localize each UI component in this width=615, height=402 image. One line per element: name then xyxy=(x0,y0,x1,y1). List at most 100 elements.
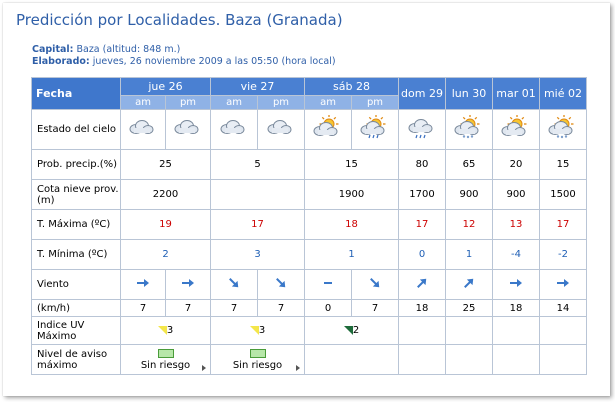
wind-cell xyxy=(257,269,305,300)
cota-value: 1500 xyxy=(539,179,587,210)
wind-cell xyxy=(210,269,258,300)
sky-cell xyxy=(492,109,540,150)
uv-value: 3 xyxy=(258,325,266,336)
wind-speed: 7 xyxy=(257,299,305,317)
empty-cell xyxy=(398,344,446,375)
table-row: Cota nieve prov.(m) 2200 1900 1700 900 9… xyxy=(31,179,587,210)
sun-cloud-icon xyxy=(501,114,531,144)
aviso-value: Sin riesgo xyxy=(232,359,283,371)
empty-cell xyxy=(445,316,493,345)
sky-cell xyxy=(445,109,493,150)
table-row: (km/h) 7 7 7 7 0 7 18 25 18 14 xyxy=(31,299,587,317)
day-header-2: sáb 28 xyxy=(304,77,399,96)
row-label-estado: Estado del cielo xyxy=(31,109,121,150)
wind-cell xyxy=(120,269,166,300)
uv-cell: 3 xyxy=(210,316,305,345)
table-row: Estado del cielo xyxy=(31,109,587,150)
wind-speed: 14 xyxy=(539,299,587,317)
wind-calm-icon xyxy=(321,276,335,293)
uv-cell: 2 xyxy=(304,316,399,345)
tmin-value: 0 xyxy=(398,239,446,270)
cloudy-icon xyxy=(266,115,296,144)
tmax-value: 18 xyxy=(304,209,399,240)
tmin-value: -2 xyxy=(539,239,587,270)
tmin-value: -4 xyxy=(492,239,540,270)
prob-value: 80 xyxy=(398,149,446,180)
day-header-5: mar 01 xyxy=(492,77,540,110)
wind-cell xyxy=(445,269,493,300)
pm-label: pm xyxy=(351,95,399,110)
sky-cell xyxy=(165,109,211,150)
am-label: am xyxy=(304,95,352,110)
row-label-cota: Cota nieve prov.(m) xyxy=(31,179,121,210)
wind-cell xyxy=(539,269,587,300)
wind-speed: 18 xyxy=(492,299,540,317)
empty-cell xyxy=(492,316,540,345)
prob-value: 20 xyxy=(492,149,540,180)
cota-value: 1900 xyxy=(304,179,399,210)
row-label-aviso: Nivel de aviso máximo xyxy=(31,344,121,375)
expand-arrow-icon[interactable] xyxy=(296,365,300,371)
wind-arrow-icon xyxy=(367,275,383,294)
sky-cell xyxy=(120,109,166,150)
cota-value xyxy=(210,179,305,210)
wind-cell xyxy=(351,269,399,300)
wind-speed: 25 xyxy=(445,299,493,317)
row-label-tmin: T. Mínima (ºC) xyxy=(31,239,121,270)
aviso-value: Sin riesgo xyxy=(140,359,191,371)
capital-line: Capital: Baza (altitud: 848 m.) xyxy=(32,44,180,55)
wind-arrow-icon xyxy=(226,275,242,294)
am-label: am xyxy=(210,95,258,110)
empty-cell xyxy=(398,316,446,345)
prob-value: 65 xyxy=(445,149,493,180)
cota-value: 900 xyxy=(492,179,540,210)
sun-cloud-snow-icon xyxy=(454,114,484,144)
table-row: Indice UV Máximo 3 3 2 xyxy=(31,316,587,345)
cota-value: 900 xyxy=(445,179,493,210)
aviso-cell[interactable]: Sin riesgo xyxy=(210,344,305,375)
fecha-header: Fecha xyxy=(31,77,121,110)
sky-cell xyxy=(398,109,446,150)
tmin-value: 2 xyxy=(120,239,211,270)
page-title: Predicción por Localidades. Baza (Granad… xyxy=(16,11,343,29)
tmax-value: 13 xyxy=(492,209,540,240)
cloudy-icon xyxy=(219,115,249,144)
empty-cell xyxy=(539,316,587,345)
tmin-value: 1 xyxy=(304,239,399,270)
wind-speed: 7 xyxy=(120,299,166,317)
tmin-value: 3 xyxy=(210,239,305,270)
tmax-value: 17 xyxy=(398,209,446,240)
day-header-4: lun 30 xyxy=(445,77,493,110)
sun-cloud-rain-icon xyxy=(360,114,390,144)
prob-value: 15 xyxy=(304,149,399,180)
wind-cell xyxy=(165,269,211,300)
wind-cell xyxy=(492,269,540,300)
prob-value: 15 xyxy=(539,149,587,180)
wind-speed: 18 xyxy=(398,299,446,317)
wind-cell xyxy=(398,269,446,300)
day-header-0: jue 26 xyxy=(120,77,211,96)
risk-swatch-icon xyxy=(249,348,266,358)
sun-cloud-icon xyxy=(313,114,343,144)
empty-cell xyxy=(445,344,493,375)
capital-label: Capital: xyxy=(32,44,74,55)
cota-value: 1700 xyxy=(398,179,446,210)
forecast-table: Fecha jue 26 vie 27 sáb 28 dom 29 lun 30… xyxy=(31,77,587,375)
day-header-1: vie 27 xyxy=(210,77,305,96)
uv-flag-icon xyxy=(343,325,353,335)
row-label-kmh: (km/h) xyxy=(31,299,121,317)
wind-speed: 7 xyxy=(165,299,211,317)
expand-arrow-icon[interactable] xyxy=(202,365,206,371)
uv-flag-icon xyxy=(249,325,259,335)
cloud-rain-icon xyxy=(407,115,437,144)
uv-flag-icon xyxy=(157,325,167,335)
row-label-uv: Indice UV Máximo xyxy=(31,316,121,345)
row-label-prob: Prob. precip.(%) xyxy=(31,149,121,180)
empty-cell xyxy=(539,344,587,375)
wind-arrow-icon xyxy=(461,275,477,294)
wind-cell xyxy=(304,269,352,300)
cota-value: 2200 xyxy=(120,179,211,210)
aviso-cell[interactable]: Sin riesgo xyxy=(120,344,211,375)
uv-value: 3 xyxy=(166,325,174,336)
wind-arrow-icon xyxy=(414,275,430,294)
